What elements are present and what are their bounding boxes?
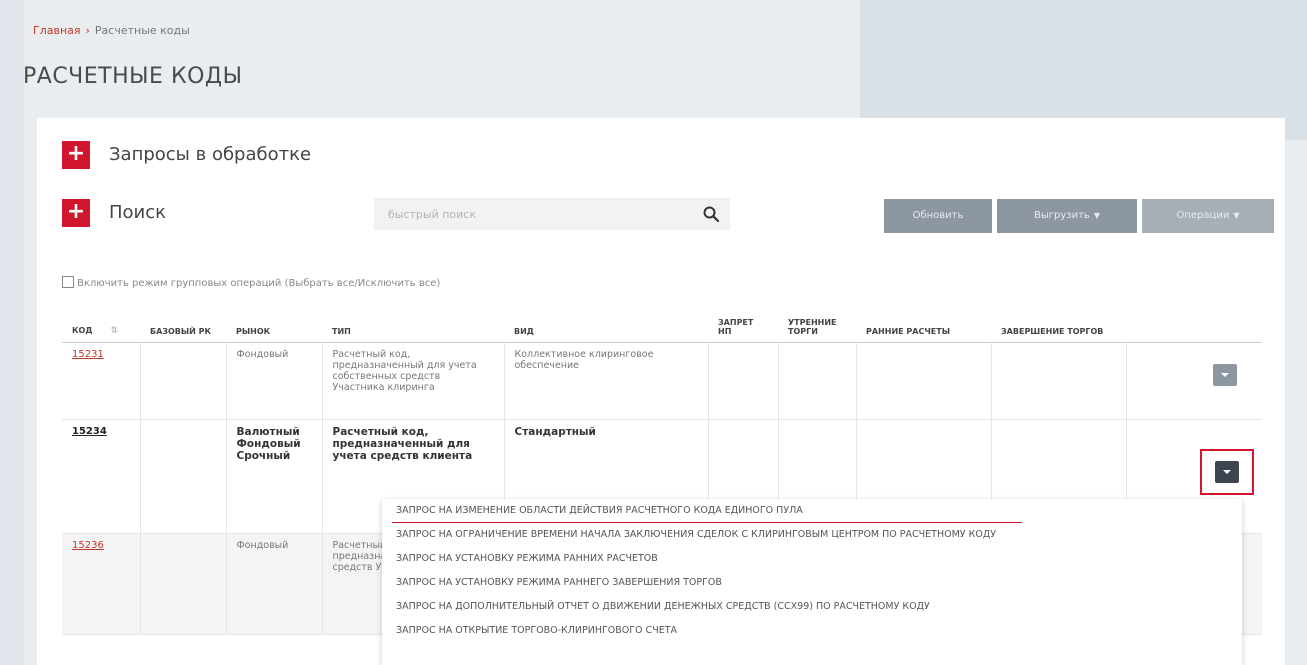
requests-section-title[interactable]: Запросы в обработке (109, 144, 311, 165)
menu-item[interactable]: ЗАПРОС НА ОТКРЫТИЕ ТОРГОВО-КЛИРИНГОВОГО … (382, 619, 1242, 643)
refresh-label: Обновить (912, 210, 964, 221)
refresh-button[interactable]: Обновить (884, 199, 992, 233)
expand-search-button[interactable]: + (62, 199, 90, 227)
cell-code: 15231 (62, 342, 140, 420)
group-operations-checkbox[interactable] (62, 276, 74, 288)
export-button[interactable]: Выгрузить ▼ (997, 199, 1137, 233)
cell-code: 15234 (62, 419, 140, 534)
cell-end-trading (990, 342, 1126, 420)
cell-code: 15236 (62, 533, 140, 635)
cell-base-rk (139, 533, 226, 635)
code-link[interactable]: 15236 (72, 540, 104, 551)
column-header-kind[interactable]: ВИД (504, 302, 708, 343)
background-left (0, 0, 24, 665)
cell-actions (1125, 342, 1262, 420)
column-header-end-trading[interactable]: ЗАВЕРШЕНИЕ ТОРГОВ (991, 302, 1126, 343)
cell-base-rk (139, 419, 226, 534)
plus-icon: + (66, 141, 86, 166)
quick-search-input[interactable] (374, 198, 708, 230)
cell-early-settlement (855, 342, 991, 420)
cell-type: Расчетный код, предназначенный для учета… (321, 342, 504, 420)
operations-button[interactable]: Операции ▼ (1142, 199, 1274, 233)
column-header-type[interactable]: ТИП (322, 302, 504, 343)
column-header-early-settlement[interactable]: РАННИЕ РАСЧЕТЫ (856, 302, 991, 343)
breadcrumb: Главная › Расчетные коды (33, 24, 190, 37)
row-actions-button[interactable] (1213, 364, 1237, 386)
column-header-ban-np[interactable]: ЗАПРЕТ НП (708, 302, 778, 343)
page-title: РАСЧЕТНЫЕ КОДЫ (23, 64, 243, 89)
cell-base-rk (139, 342, 226, 420)
cell-kind: Коллективное клиринговое обеспечение (503, 342, 708, 420)
code-link[interactable]: 15234 (72, 426, 107, 437)
row-actions-menu: ЗАПРОС НА ИЗМЕНЕНИЕ ОБЛАСТИ ДЕЙСТВИЯ РАС… (382, 499, 1242, 665)
plus-icon: + (66, 199, 86, 224)
column-header-base-rk[interactable]: БАЗОВЫЙ РК (140, 302, 226, 343)
code-link[interactable]: 15231 (72, 349, 104, 360)
column-header-code[interactable]: КОД ⇅ (62, 302, 140, 343)
breadcrumb-current: Расчетные коды (94, 24, 190, 37)
export-label: Выгрузить (1034, 210, 1090, 221)
column-header-morning-trading[interactable]: УТРЕННИЕ ТОРГИ (778, 302, 856, 343)
operations-label: Операции (1176, 210, 1230, 221)
sort-icon[interactable]: ⇅ (110, 326, 118, 336)
menu-item[interactable]: ЗАПРОС НА ОГРАНИЧЕНИЕ ВРЕМЕНИ НАЧАЛА ЗАК… (382, 523, 1242, 547)
selection-underline (392, 522, 1022, 523)
group-operations-label: Включить режим групповых операций (Выбра… (77, 278, 441, 289)
cell-ban-np (707, 342, 778, 420)
cell-morning-trading (777, 342, 856, 420)
cell-market: Валютный Фондовый Срочный (225, 419, 322, 534)
caret-down-icon: ▼ (1233, 211, 1240, 220)
breadcrumb-separator-icon: › (85, 24, 90, 37)
menu-item[interactable]: ЗАПРОС НА УСТАНОВКУ РЕЖИМА РАННИХ РАСЧЕТ… (382, 547, 1242, 571)
column-header-market[interactable]: РЫНОК (226, 302, 322, 343)
highlight-frame (1200, 449, 1254, 495)
expand-requests-button[interactable]: + (62, 141, 90, 169)
table-header-row: КОД ⇅ БАЗОВЫЙ РК РЫНОК ТИП ВИД ЗАПРЕТ НП … (62, 302, 1262, 343)
search-section-title[interactable]: Поиск (109, 202, 166, 223)
table-row: 15231 Фондовый Расчетный код, предназнач… (62, 342, 1262, 420)
cell-market: Фондовый (225, 342, 322, 420)
caret-down-icon: ▼ (1093, 211, 1100, 220)
menu-item[interactable]: ЗАПРОС НА ДОПОЛНИТЕЛЬНЫЙ ОТЧЕТ О ДВИЖЕНИ… (382, 595, 1242, 619)
breadcrumb-home-link[interactable]: Главная (33, 24, 81, 37)
menu-item[interactable]: ЗАПРОС НА ИЗМЕНЕНИЕ ОБЛАСТИ ДЕЙСТВИЯ РАС… (382, 499, 1242, 523)
menu-item[interactable]: ЗАПРОС НА УСТАНОВКУ РЕЖИМА РАННЕГО ЗАВЕР… (382, 571, 1242, 595)
cell-market: Фондовый (225, 533, 322, 635)
quick-search (374, 198, 730, 230)
column-header-actions (1126, 302, 1262, 343)
search-icon[interactable] (702, 205, 720, 223)
group-operations-toggle[interactable]: Включить режим групповых операций (Выбра… (62, 276, 440, 289)
